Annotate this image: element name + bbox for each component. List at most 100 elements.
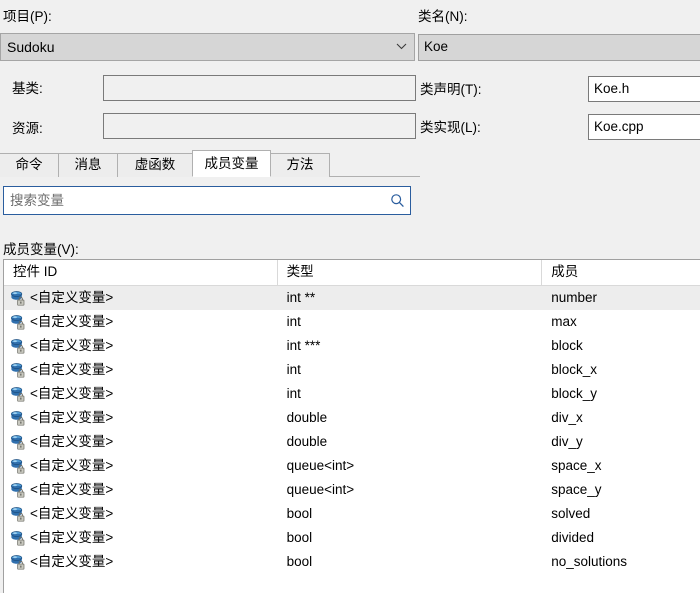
control-id-text: <自定义变量> [30, 410, 114, 425]
control-id-text: <自定义变量> [30, 338, 114, 353]
control-id-text: <自定义变量> [30, 482, 114, 497]
control-id-text: <自定义变量> [30, 434, 114, 449]
table-row[interactable]: <自定义变量> bool no_solutions [4, 550, 700, 574]
cell-control-id: <自定义变量> [4, 382, 278, 406]
table-row[interactable]: <自定义变量> bool solved [4, 502, 700, 526]
table-row[interactable]: <自定义变量> bool divided [4, 526, 700, 550]
cell-type: bool [286, 554, 313, 569]
cell-type: bool [286, 506, 313, 521]
table-row[interactable]: <自定义变量> queue<int> space_y [4, 478, 700, 502]
cell-control-id: <自定义变量> [4, 502, 278, 526]
base-class-field[interactable] [103, 75, 416, 101]
tab-virtual-functions[interactable]: 虚函数 [117, 153, 193, 177]
cell-member: space_x [551, 458, 602, 473]
member-variables-label: 成员变量(V): [3, 242, 79, 257]
class-declaration-label: 类声明(T): [420, 82, 482, 97]
cell-member: solved [551, 506, 591, 521]
resource-field[interactable] [103, 113, 416, 139]
variable-locked-icon [9, 409, 27, 427]
project-label: 项目(P): [3, 9, 52, 24]
variable-locked-icon [9, 361, 27, 379]
control-id-text: <自定义变量> [30, 386, 114, 401]
cell-control-id: <自定义变量> [4, 310, 278, 334]
cell-member: div_y [551, 434, 583, 449]
project-combobox-value: Sudoku [7, 39, 55, 55]
cell-control-id: <自定义变量> [4, 334, 278, 358]
variable-locked-icon [9, 505, 27, 523]
class-implementation-label: 类实现(L): [420, 120, 481, 135]
cell-control-id: <自定义变量> [4, 286, 278, 310]
cell-control-id: <自定义变量> [4, 478, 278, 502]
class-name-label: 类名(N): [418, 9, 468, 24]
column-header-type[interactable]: 类型 [278, 260, 543, 285]
cell-control-id: <自定义变量> [4, 454, 278, 478]
cell-type: double [286, 434, 328, 449]
cell-type: queue<int> [286, 482, 355, 497]
cell-type: int [286, 362, 301, 377]
member-variables-listview[interactable]: 控件 ID 类型 成员 <自定义变量> int ** number <自定义变量> in… [3, 259, 700, 593]
table-row[interactable]: <自定义变量> int ** number [4, 286, 700, 310]
control-id-text: <自定义变量> [30, 458, 114, 473]
listview-body: <自定义变量> int ** number <自定义变量> int max <自定义变量> i… [4, 286, 700, 574]
wizard-tabstrip: 命令 消息 虚函数 成员变量 方法 [0, 150, 420, 177]
tab-messages[interactable]: 消息 [58, 153, 118, 177]
tab-commands[interactable]: 命令 [0, 153, 59, 177]
search-icon[interactable] [384, 187, 410, 214]
cell-member: divided [551, 530, 594, 545]
resource-label: 资源: [12, 121, 43, 136]
cell-control-id: <自定义变量> [4, 358, 278, 382]
cell-member: space_y [551, 482, 602, 497]
cell-member: max [551, 314, 577, 329]
cell-member: number [551, 290, 597, 305]
variable-locked-icon [9, 313, 27, 331]
table-row[interactable]: <自定义变量> queue<int> space_x [4, 454, 700, 478]
variable-locked-icon [9, 289, 27, 307]
tab-member-variables[interactable]: 成员变量 [192, 150, 271, 177]
control-id-text: <自定义变量> [30, 362, 114, 377]
cell-type: int [286, 386, 301, 401]
cell-control-id: <自定义变量> [4, 406, 278, 430]
table-row[interactable]: <自定义变量> double div_x [4, 406, 700, 430]
cell-type: bool [286, 530, 313, 545]
cell-member: block_x [551, 362, 597, 377]
table-row[interactable]: <自定义变量> int block_y [4, 382, 700, 406]
column-header-member[interactable]: 成员 [542, 260, 700, 285]
variable-locked-icon [9, 529, 27, 547]
table-row[interactable]: <自定义变量> int block_x [4, 358, 700, 382]
variable-locked-icon [9, 481, 27, 499]
project-combobox[interactable]: Sudoku [0, 33, 415, 61]
cell-control-id: <自定义变量> [4, 430, 278, 454]
cell-control-id: <自定义变量> [4, 526, 278, 550]
cell-member: block_y [551, 386, 597, 401]
search-input[interactable] [4, 188, 384, 213]
table-row[interactable]: <自定义变量> int max [4, 310, 700, 334]
cell-type: queue<int> [286, 458, 355, 473]
search-variables-box[interactable] [3, 186, 411, 215]
chevron-down-icon [392, 34, 410, 60]
control-id-text: <自定义变量> [30, 554, 114, 569]
variable-locked-icon [9, 457, 27, 475]
control-id-text: <自定义变量> [30, 290, 114, 305]
cell-control-id: <自定义变量> [4, 550, 278, 574]
table-row[interactable]: <自定义变量> int *** block [4, 334, 700, 358]
cell-member: block [551, 338, 583, 353]
tab-methods[interactable]: 方法 [270, 153, 330, 177]
control-id-text: <自定义变量> [30, 506, 114, 521]
cell-member: div_x [551, 410, 583, 425]
cell-type: int *** [286, 338, 321, 353]
cell-type: double [286, 410, 328, 425]
variable-locked-icon [9, 433, 27, 451]
variable-locked-icon [9, 337, 27, 355]
column-header-control-id[interactable]: 控件 ID [4, 260, 278, 285]
control-id-text: <自定义变量> [30, 530, 114, 545]
cell-type: int ** [286, 290, 316, 305]
variable-locked-icon [9, 553, 27, 571]
table-row[interactable]: <自定义变量> double div_y [4, 430, 700, 454]
class-name-field[interactable]: Koe [418, 34, 700, 61]
cell-type: int [286, 314, 301, 329]
class-declaration-field[interactable]: Koe.h [588, 76, 700, 102]
mfc-class-wizard-dialog: 项目(P): Sudoku 类名(N): Koe 基类: 资源: 类声明(T):… [0, 0, 700, 593]
variable-locked-icon [9, 385, 27, 403]
control-id-text: <自定义变量> [30, 314, 114, 329]
class-implementation-field[interactable]: Koe.cpp [588, 114, 700, 140]
